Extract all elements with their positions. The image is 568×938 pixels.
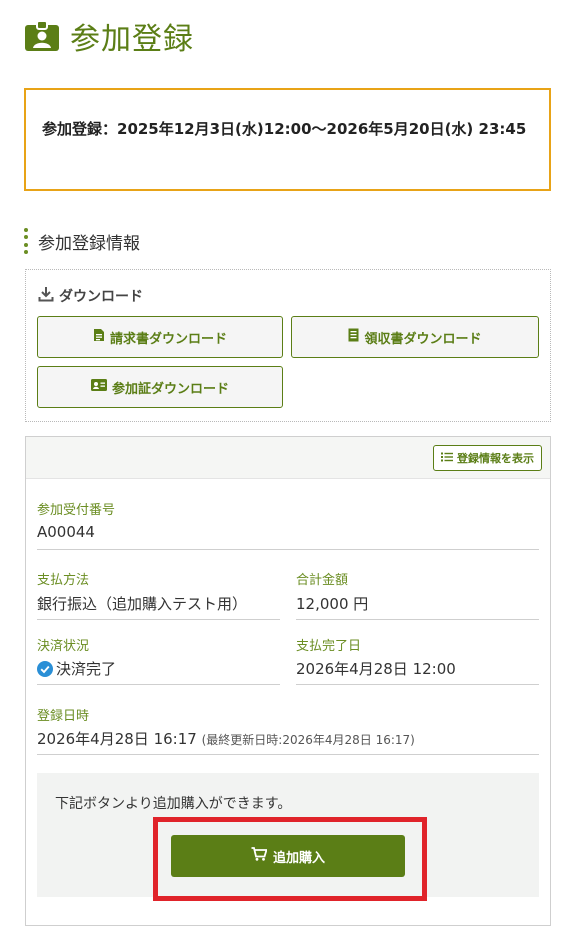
total-amount-label: 合計金額 <box>296 573 349 588</box>
download-heading: ダウンロード <box>38 286 143 306</box>
total-amount-value: 12,000 円 <box>296 595 369 613</box>
receipt-number-field: 参加受付番号 A00044 <box>37 497 539 550</box>
dotted-bar-icon <box>24 228 28 254</box>
payment-method-field: 支払方法 銀行振込（追加購入テスト用） <box>37 567 280 620</box>
payment-method-label: 支払方法 <box>37 573 90 588</box>
certificate-download-label: 参加証ダウンロード <box>111 381 229 397</box>
section-heading: 参加登録情報 <box>24 228 140 254</box>
payment-date-field: 支払完了日 2026年4月28日 12:00 <box>296 633 539 685</box>
registered-at-field: 登録日時 2026年4月28日 16:17 (最終更新日時:2026年4月28日… <box>37 703 539 755</box>
additional-purchase-button[interactable]: 追加購入 <box>171 835 405 877</box>
id-card-icon <box>90 379 107 395</box>
additional-purchase-area: 下記ボタンより追加購入ができます。 追加購入 <box>37 773 539 901</box>
receipt-download-button[interactable]: 領収書ダウンロード <box>291 316 539 358</box>
invoice-download-button[interactable]: 請求書ダウンロード <box>37 316 283 358</box>
last-updated-note: (最終更新日時:2026年4月28日 16:17) <box>201 733 415 747</box>
registered-at-row: 2026年4月28日 16:17 (最終更新日時:2026年4月28日 16:1… <box>37 728 415 749</box>
list-icon <box>441 452 453 465</box>
show-registration-info-button[interactable]: 登録情報を表示 <box>433 445 542 471</box>
payment-date-label: 支払完了日 <box>296 639 362 654</box>
additional-purchase-message: 下記ボタンより追加購入ができます。 <box>55 796 292 812</box>
receipt-number-label: 参加受付番号 <box>37 503 116 518</box>
check-circle-icon <box>37 661 53 681</box>
invoice-download-label: 請求書ダウンロード <box>109 331 227 347</box>
registered-at-label: 登録日時 <box>37 709 90 724</box>
page-title: 参加登録 <box>24 14 194 58</box>
additional-purchase-label: 追加購入 <box>272 850 325 866</box>
download-icon <box>38 286 54 306</box>
card-header: 登録情報を表示 <box>26 437 550 479</box>
payment-method-value: 銀行振込（追加購入テスト用） <box>37 595 248 613</box>
total-amount-field: 合計金額 12,000 円 <box>296 567 539 620</box>
receipt-icon <box>348 328 359 346</box>
cart-icon <box>251 847 268 865</box>
registration-info-card: 登録情報を表示 参加受付番号 A00044 支払方法 銀行振込（追加購入テスト用… <box>25 436 551 926</box>
download-heading-text: ダウンロード <box>59 289 143 305</box>
show-registration-info-label: 登録情報を表示 <box>457 452 534 465</box>
highlight-frame: 追加購入 <box>153 817 427 901</box>
payment-status-field: 決済状況 決済完了 <box>37 633 280 685</box>
receipt-download-label: 領収書ダウンロード <box>364 331 482 347</box>
payment-date-value: 2026年4月28日 12:00 <box>296 660 456 678</box>
page-title-text: 参加登録 <box>70 22 194 57</box>
payment-status-label: 決済状況 <box>37 639 90 654</box>
payment-status-row: 決済完了 <box>37 658 116 681</box>
invoice-file-icon <box>93 328 105 346</box>
registration-period-box: 参加登録：2025年12月3日(水)12:00〜2026年5月20日(水) 23… <box>24 88 551 191</box>
id-badge-icon <box>24 20 60 52</box>
payment-status-value: 決済完了 <box>56 660 117 678</box>
download-panel: ダウンロード 請求書ダウンロード 領収書ダウンロード 参加証ダウンロード <box>25 269 551 422</box>
registration-period-text: 参加登録：2025年12月3日(水)12:00〜2026年5月20日(水) 23… <box>42 120 527 138</box>
receipt-number-value: A00044 <box>37 523 95 541</box>
registered-at-value: 2026年4月28日 16:17 <box>37 730 197 748</box>
certificate-download-button[interactable]: 参加証ダウンロード <box>37 366 283 408</box>
section-title: 参加登録情報 <box>38 233 140 254</box>
